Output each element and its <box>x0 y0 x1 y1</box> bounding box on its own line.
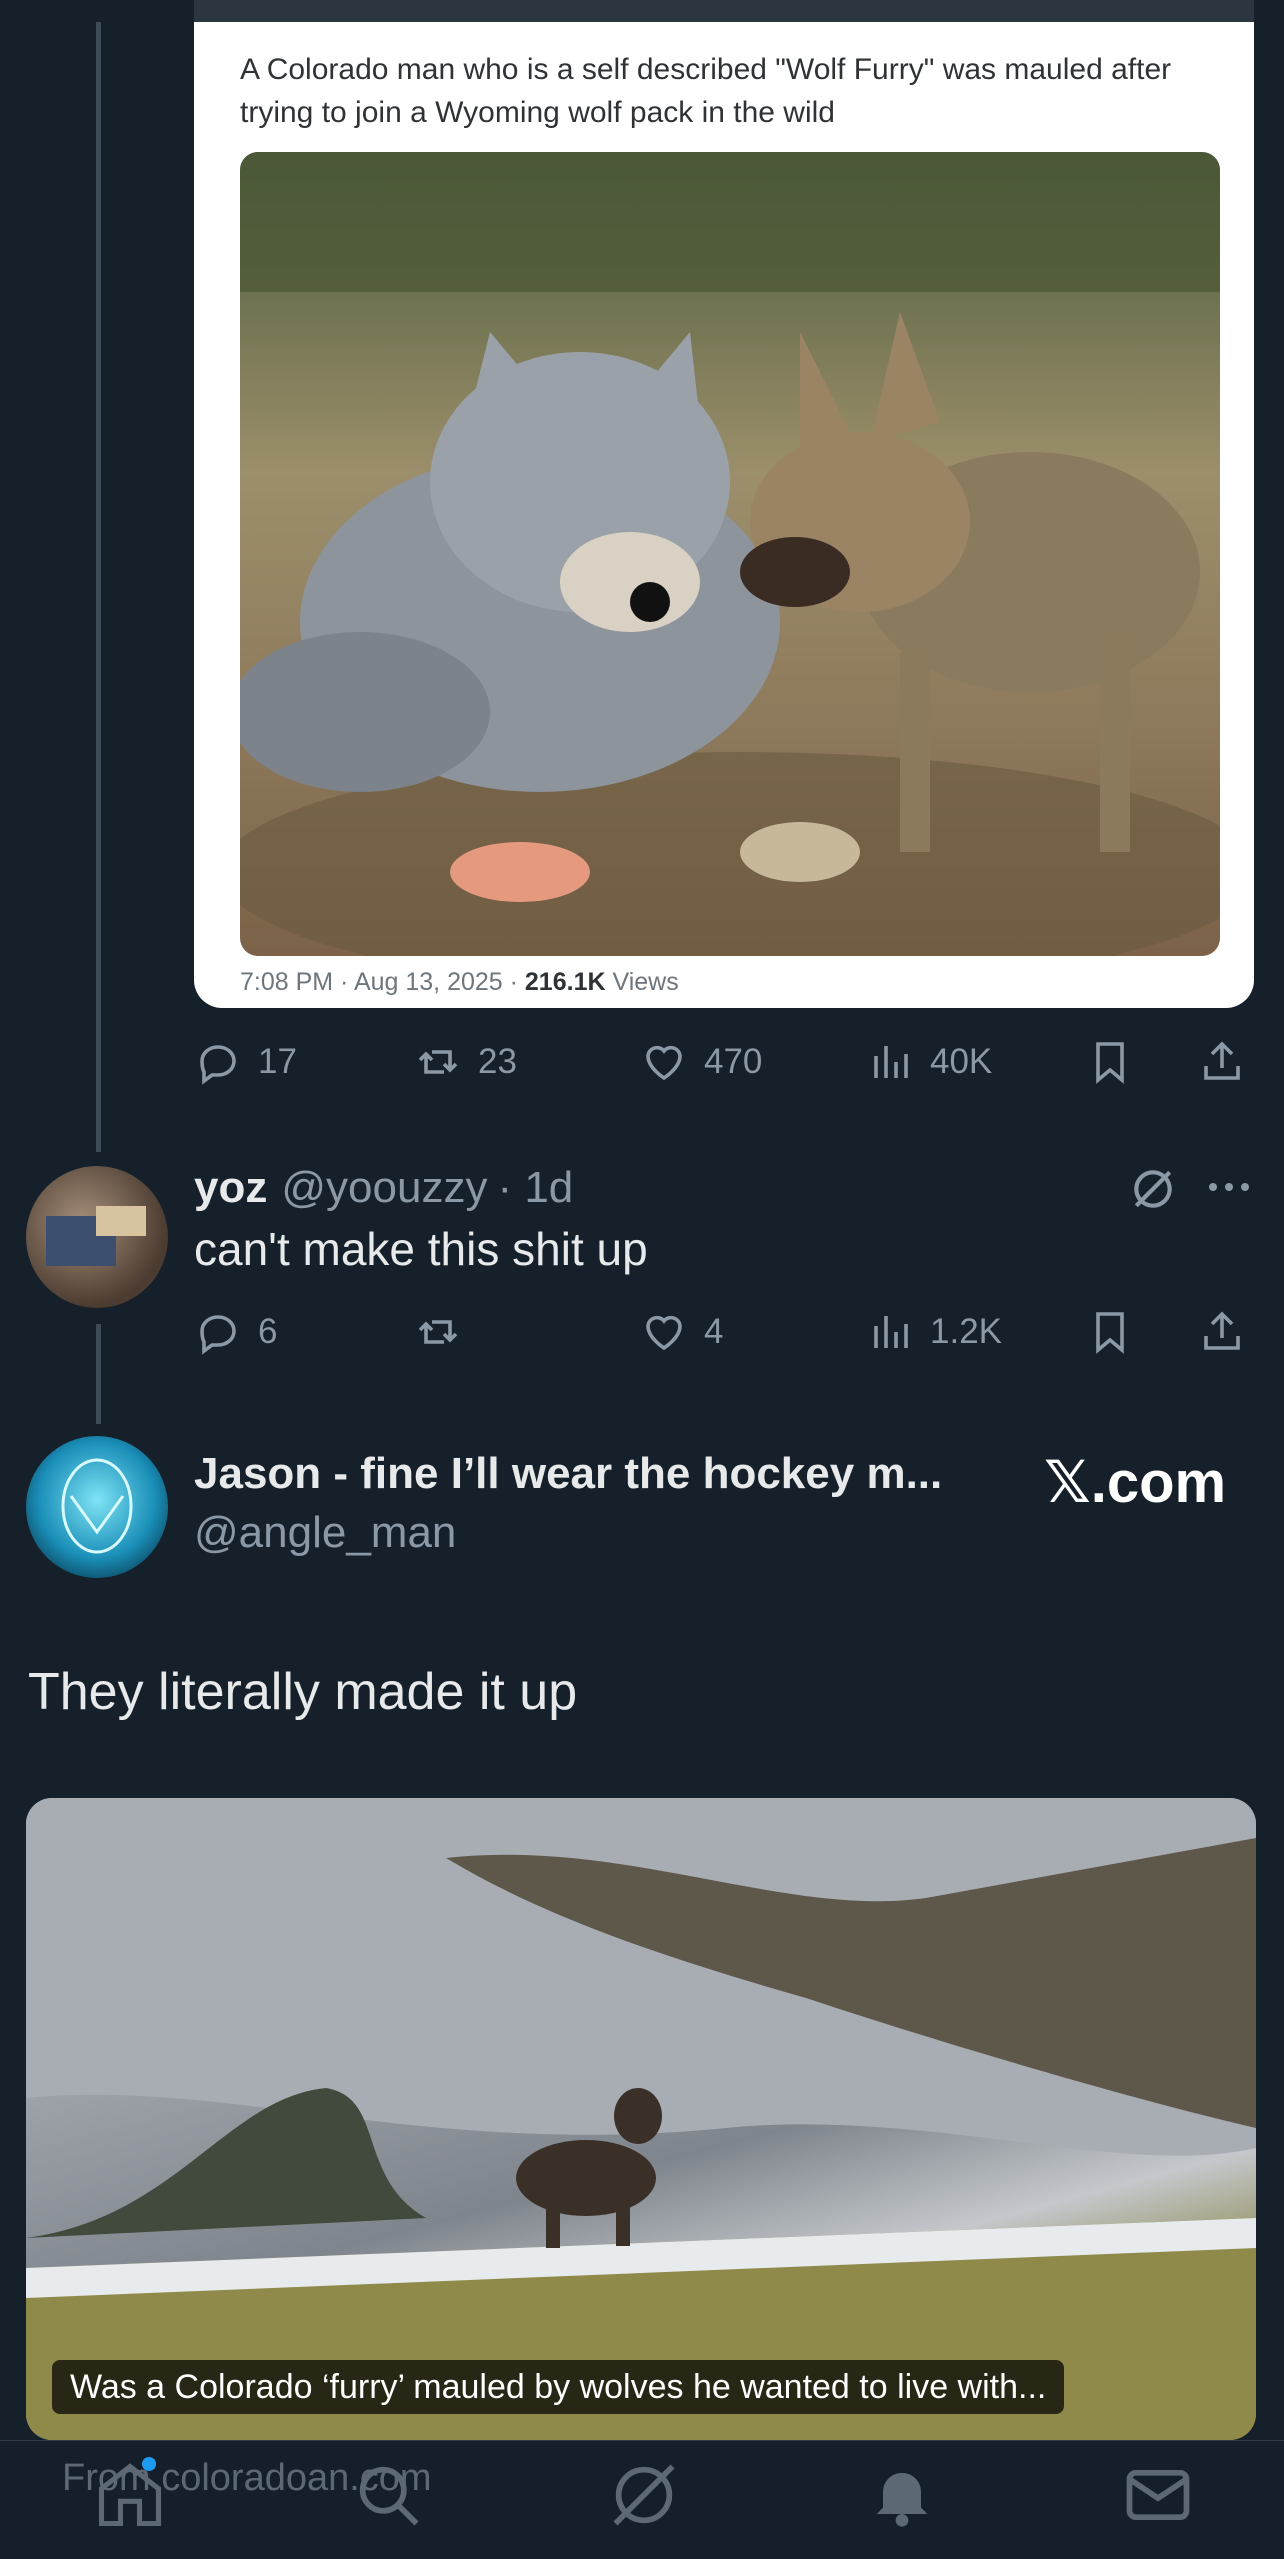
grok-icon[interactable] <box>1128 1164 1178 1214</box>
reply-icon <box>200 1045 236 1085</box>
repost-button[interactable]: 23 <box>414 1032 517 1092</box>
card-top-strip <box>194 0 1254 22</box>
search-icon <box>359 2466 419 2526</box>
reply-author-handle[interactable]: @yoouzzy <box>281 1163 487 1213</box>
share-button[interactable] <box>1198 1032 1246 1092</box>
notification-dot <box>142 2457 156 2471</box>
post2-author-name[interactable]: Jason - fine I’ll wear the hockey m... <box>194 1449 942 1499</box>
link-preview-image[interactable] <box>26 1798 1256 2440</box>
reply-count: 6 <box>258 1312 278 1351</box>
messages-icon <box>1126 2469 1190 2521</box>
bookmark-button[interactable] <box>1086 1032 1134 1092</box>
thread-line-top <box>96 22 101 1152</box>
post2-text: They literally made it up <box>28 1663 578 1721</box>
views-count: 40K <box>930 1042 993 1081</box>
thread-line-mid <box>96 1324 101 1424</box>
avatar-image <box>46 1206 146 1266</box>
quoted-tweet-views-count: 216.1K <box>524 968 606 996</box>
quoted-tweet-time: 7:08 PM · Aug 13, 2025 · <box>240 968 525 996</box>
avatar-image <box>61 1458 133 1554</box>
post2-header: Jason - fine I’ll wear the hockey m... <box>194 1446 942 1502</box>
bookmark-icon <box>1096 1312 1124 1354</box>
tab-search[interactable] <box>350 2457 426 2533</box>
heart-icon <box>646 1315 682 1351</box>
grok-icon <box>613 2464 675 2526</box>
reply-button[interactable]: 6 <box>194 1302 277 1362</box>
quoted-tweet-card[interactable]: A Colorado man who is a self described "… <box>194 22 1254 1008</box>
notifications-icon <box>876 2472 928 2527</box>
analytics-icon <box>874 1046 908 1078</box>
quoted-tweet-text: A Colorado man who is a self described "… <box>240 53 1172 129</box>
wolf-in-snow-photo <box>26 1798 1256 2440</box>
quoted-tweet-views-label: Views <box>605 968 679 996</box>
like-button[interactable]: 470 <box>640 1032 762 1092</box>
bottom-tab-bar: From coloradoan.com <box>0 2440 1284 2559</box>
more-options-icon[interactable] <box>1206 1172 1252 1202</box>
tab-grok[interactable] <box>606 2457 682 2533</box>
repost-count: 23 <box>478 1042 517 1081</box>
share-button[interactable] <box>1198 1302 1246 1362</box>
views-button[interactable]: 40K <box>866 1032 992 1092</box>
avatar-yoz[interactable] <box>26 1166 168 1308</box>
x-com-watermark: 𝕏.com <box>1044 1450 1227 1515</box>
home-icon <box>98 2463 162 2527</box>
tab-messages[interactable] <box>1120 2457 1196 2533</box>
reply-action-bar: 6 4 1.2K <box>194 1302 1254 1362</box>
share-icon <box>1204 1041 1240 1080</box>
like-button[interactable]: 4 <box>640 1302 723 1362</box>
post2-author-handle[interactable]: @angle_man <box>194 1508 456 1558</box>
heart-icon <box>646 1045 682 1081</box>
quoted-tweet-meta: 7:08 PM · Aug 13, 2025 · 216.1K Views <box>240 968 679 997</box>
link-preview-caption: Was a Colorado ‘furry’ mauled by wolves … <box>52 2360 1065 2414</box>
reply-header: yoz @yoouzzy · 1d <box>194 1160 573 1216</box>
analytics-icon <box>874 1316 908 1348</box>
like-count: 4 <box>704 1312 724 1351</box>
reply-text: can't make this shit up <box>194 1223 648 1275</box>
share-icon <box>1204 1311 1240 1350</box>
post1-action-bar: 17 23 470 40K <box>194 1032 1254 1092</box>
views-count: 1.2K <box>930 1312 1002 1351</box>
tab-home[interactable] <box>92 2457 168 2533</box>
repost-icon <box>418 1320 458 1344</box>
reply-icon <box>200 1315 236 1355</box>
tab-notifications[interactable] <box>864 2457 940 2533</box>
reply-count: 17 <box>258 1042 297 1081</box>
reply-time: · 1d <box>497 1163 574 1212</box>
bookmark-icon <box>1096 1042 1124 1084</box>
views-button[interactable]: 1.2K <box>866 1302 1002 1362</box>
wolf-furry-and-wolf-illustration <box>240 152 1220 956</box>
repost-button[interactable] <box>414 1302 478 1362</box>
bookmark-button[interactable] <box>1086 1302 1134 1362</box>
repost-icon <box>418 1050 458 1074</box>
reply-button[interactable]: 17 <box>194 1032 297 1092</box>
like-count: 470 <box>704 1042 763 1081</box>
avatar-jason[interactable] <box>26 1436 168 1578</box>
reply-author-name[interactable]: yoz <box>194 1163 267 1213</box>
quoted-tweet-image[interactable] <box>240 152 1220 956</box>
